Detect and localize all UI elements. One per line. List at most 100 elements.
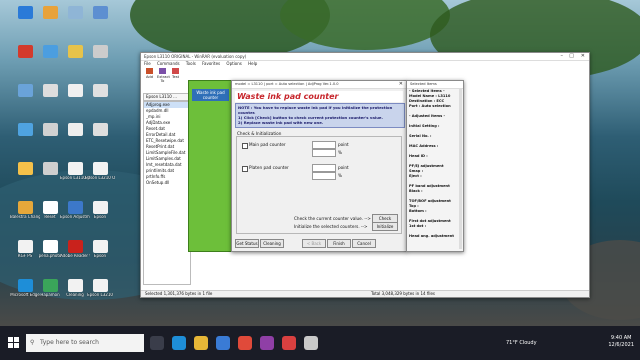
app-icon	[17, 6, 33, 19]
app-icon	[42, 240, 58, 253]
file-explorer-icon[interactable]	[194, 336, 208, 350]
desktop-icon[interactable]	[85, 123, 115, 149]
extract-icon	[159, 67, 166, 74]
edge-icon[interactable]	[172, 336, 186, 350]
initialize-button[interactable]: Initialize	[372, 222, 398, 231]
app-icon	[92, 201, 108, 214]
close-icon[interactable]: ✕	[581, 53, 585, 60]
extract-label: Extract To	[157, 74, 170, 83]
search-box[interactable]: ⚲ Type here to search	[26, 334, 144, 352]
clock-time: 9:40 AM	[610, 335, 632, 341]
desktop-icon[interactable]: Epson	[85, 201, 115, 227]
app-icon	[67, 162, 83, 175]
app-icon	[17, 201, 33, 214]
cleaning-button[interactable]: Cleaning	[260, 239, 284, 248]
app-task-icon[interactable]	[282, 336, 296, 350]
desktop-icon[interactable]: Epson	[85, 240, 115, 266]
search-placeholder: Type here to search	[40, 339, 99, 346]
clock[interactable]: 9:40 AM 12/6/2021	[608, 335, 634, 349]
desktop-icon[interactable]: Epson L3210	[85, 279, 115, 305]
path-text: Epson L3110 ...	[146, 94, 177, 99]
selected-items-window: Selected Items - Selected items - Model N…	[406, 80, 464, 252]
desktop-icon[interactable]: Epson L3210 ORIGINAL	[85, 162, 115, 188]
platen-pad-checkbox[interactable]	[242, 166, 248, 172]
minimize-icon[interactable]: –	[561, 53, 564, 60]
app-icon	[92, 240, 108, 253]
chrome-icon[interactable]	[238, 336, 252, 350]
finish-button[interactable]: Finish	[327, 239, 351, 248]
dialog-close-icon[interactable]: ✕	[399, 81, 403, 88]
dialog-title: model = L3110 | port = Auto selection | …	[235, 82, 339, 86]
selected-adjust-label: Waste ink pad counter	[196, 90, 225, 100]
app-icon	[17, 162, 33, 175]
app-icon	[17, 279, 33, 292]
main-pad-point-unit: point	[338, 142, 349, 147]
weather-text: 71°F Cloudy	[506, 340, 537, 346]
side-scrollbar[interactable]	[459, 89, 462, 249]
desktop-icon-label: Epson	[93, 254, 107, 258]
menu-options[interactable]: Options	[226, 61, 241, 66]
app-icon	[17, 123, 33, 136]
selected-items-titlebar[interactable]: Selected Items	[407, 81, 463, 89]
menu-commands[interactable]: Commands	[157, 61, 180, 66]
adjprog-task-icon[interactable]	[304, 336, 318, 350]
cancel-button[interactable]: Cancel	[352, 239, 376, 248]
menu-help[interactable]: Help	[248, 61, 257, 66]
app-icon	[67, 240, 83, 253]
desktop-icon[interactable]	[85, 84, 115, 110]
maximize-icon[interactable]: □	[569, 53, 574, 60]
status-left: Selected 1,301,376 bytes in 1 file	[145, 291, 213, 296]
app-icon	[67, 84, 83, 97]
task-view-icon[interactable]	[150, 336, 164, 350]
app-icon	[67, 279, 83, 292]
desktop-icon[interactable]	[85, 6, 115, 32]
desktop-icon-label: Epson	[93, 215, 107, 219]
desktop-icon-label: Epson L3210 ORIGINAL	[85, 176, 115, 180]
winrar-task-icon[interactable]	[260, 336, 274, 350]
app-icon	[92, 162, 108, 175]
app-icon	[67, 45, 83, 58]
path-bar[interactable]: Epson L3110 ...	[143, 93, 193, 101]
app-icon	[42, 84, 58, 97]
test-icon	[172, 67, 179, 74]
extract-button[interactable]: Extract To	[157, 67, 170, 83]
get-status-button[interactable]: Get Status	[235, 239, 259, 248]
menu-tools[interactable]: Tools	[186, 61, 196, 66]
menu-favorites[interactable]: Favorites	[202, 61, 220, 66]
app-icon	[42, 123, 58, 136]
app-icon	[67, 123, 83, 136]
store-icon[interactable]	[216, 336, 230, 350]
selected-items-list: - Selected items - Model Name : L3110 Dest…	[409, 89, 455, 249]
heading-text: Waste ink pad counter	[237, 92, 339, 101]
platen-pad-percent-field	[312, 172, 336, 180]
winrar-titlebar[interactable]: Epson L3110 ORIGINAL - WinRAR (evaluatio…	[141, 53, 589, 61]
check-instruction: Check the current counter value. -->	[294, 216, 371, 221]
taskbar: ⚲ Type here to search 71°F Cloudy 9:40 A…	[0, 326, 640, 360]
adjusted-item: Port : Auto selection	[409, 104, 451, 108]
selected-adjust-item[interactable]: Waste ink pad counter	[192, 89, 229, 101]
dialog-titlebar[interactable]: model = L3110 | port = Auto selection | …	[232, 81, 406, 89]
waste-ink-dialog: model = L3110 | port = Auto selection | …	[231, 80, 407, 252]
main-pad-checkbox[interactable]	[242, 143, 248, 149]
menu-file[interactable]: File	[144, 61, 151, 66]
window-title: Epson L3110 ORIGINAL - WinRAR (evaluatio…	[144, 54, 247, 59]
file-list: Adjprog.exe epdadm.dll _mp.ini AdjData.exe R…	[143, 101, 191, 285]
app-icon	[17, 45, 33, 58]
test-button[interactable]: Test	[170, 67, 181, 80]
back-button[interactable]: < Back	[302, 239, 326, 248]
file-row[interactable]: OnSetup.dll	[144, 180, 190, 186]
desktop-icon[interactable]	[85, 45, 115, 71]
initialize-instruction: Initialize the selected counters. -->	[294, 224, 368, 229]
note-line-1: NOTE : You have to replace waste ink pad…	[238, 105, 393, 115]
platen-pad-label: Platen pad counter	[249, 165, 289, 170]
add-button[interactable]: Add	[144, 67, 155, 80]
status-bar: Selected 1,301,376 bytes in 1 file Total…	[141, 290, 589, 297]
note-box: NOTE : You have to replace waste ink pad…	[235, 103, 405, 128]
app-icon	[42, 45, 58, 58]
selected-items-title: Selected Items	[410, 82, 437, 86]
app-icon	[67, 201, 83, 214]
platen-pad-percent-unit: %	[338, 173, 342, 178]
start-button[interactable]	[8, 337, 20, 349]
weather-widget[interactable]: 71°F Cloudy	[506, 326, 537, 360]
adjusted-item: Head ang. adjustment	[409, 234, 454, 238]
